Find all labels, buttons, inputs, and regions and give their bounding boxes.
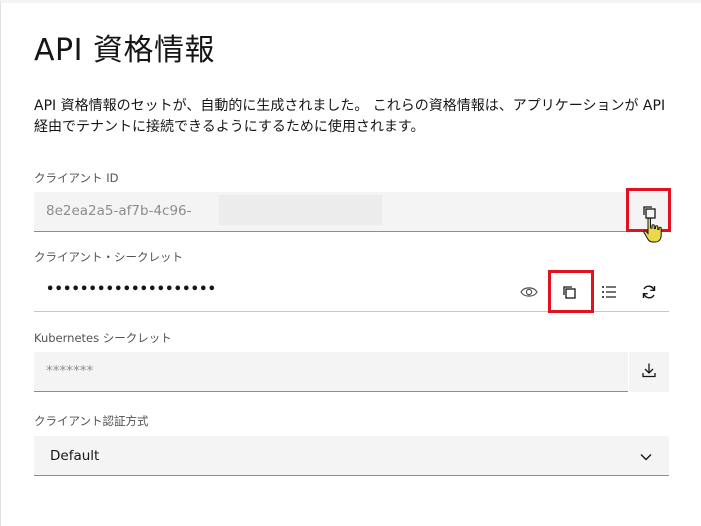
page-title: API 資格情報 [34, 33, 215, 68]
view-icon [520, 285, 538, 299]
client-id-value[interactable]: 8e2ea2a5-af7b-4c96- [46, 203, 192, 219]
kubernetes-download-button[interactable] [629, 352, 669, 392]
client-id-label: クライアント ID [34, 171, 119, 185]
refresh-icon [641, 284, 657, 300]
api-credentials-panel: API 資格情報 API 資格情報のセットが、自動的に生成されました。 これらの… [0, 0, 701, 526]
redacted-area [219, 195, 382, 225]
secret-list-button[interactable] [589, 272, 629, 312]
auth-method-select[interactable]: Default [34, 436, 669, 476]
download-icon [641, 362, 657, 382]
chevron-down-icon [639, 449, 653, 468]
show-secret-button[interactable] [509, 272, 549, 312]
highlight-box-secret-copy [548, 270, 594, 313]
auth-method-selected-value: Default [50, 448, 100, 464]
client-secret-label: クライアント・シークレット [34, 250, 184, 264]
description-text: API 資格情報のセットが、自動的に生成されました。 これらの資格情報は、アプリ… [34, 98, 666, 135]
kubernetes-secret-label: Kubernetes シークレット [34, 331, 172, 345]
hand-cursor-icon [642, 217, 664, 249]
client-secret-value[interactable]: •••••••••••••••••••• [46, 282, 216, 297]
regenerate-secret-button[interactable] [629, 272, 669, 312]
client-id-field[interactable]: 8e2ea2a5-af7b-4c96- [34, 192, 669, 232]
list-icon [601, 285, 617, 299]
auth-method-label: クライアント認証方式 [34, 414, 149, 428]
kubernetes-secret-field[interactable]: ******* [34, 352, 628, 392]
kubernetes-secret-value[interactable]: ******* [46, 363, 93, 379]
